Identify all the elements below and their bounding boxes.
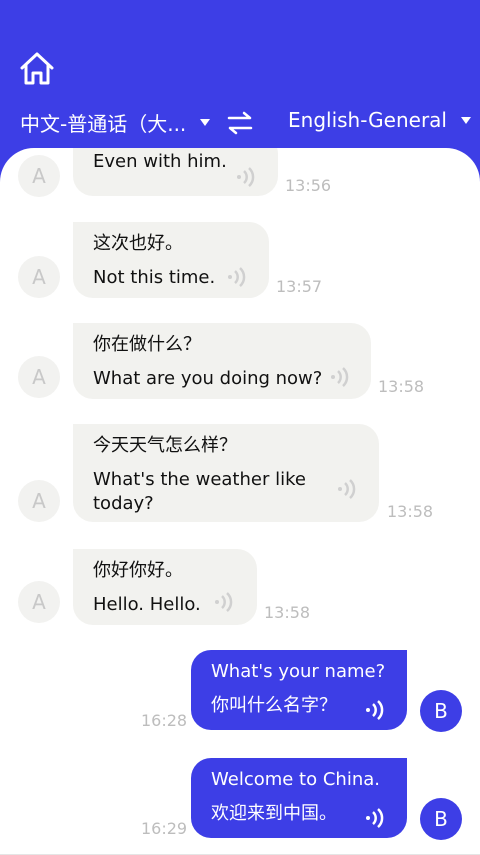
message-time: 13:57 <box>276 277 323 296</box>
message-time: 13:58 <box>378 377 425 396</box>
message-original: 你好你好。 <box>93 560 183 581</box>
message-translation: 你叫什么名字？ <box>211 695 337 716</box>
message-bubble[interactable]: 你好你好。 Hello. Hello. <box>73 549 257 625</box>
avatar: A <box>18 256 60 298</box>
speaker-icon[interactable] <box>226 266 248 288</box>
message-translation: 欢迎来到中国。 <box>211 803 337 824</box>
avatar: B <box>420 798 462 840</box>
message-translation: What's the weather like <box>93 469 306 490</box>
speaker-icon[interactable] <box>364 699 386 721</box>
speaker-icon[interactable] <box>213 591 235 613</box>
chevron-down-icon <box>460 116 471 124</box>
message-bubble[interactable]: 今天天气怎么样？ What's the weather like today? <box>73 424 379 522</box>
message-original: 今天天气怎么样？ <box>93 435 237 456</box>
avatar: B <box>420 690 462 732</box>
source-language-select[interactable]: 中文-普通话（大... <box>20 108 211 137</box>
speaker-icon[interactable] <box>336 478 358 500</box>
message-original: Welcome to China. <box>211 769 380 790</box>
message-time: 13:58 <box>387 502 434 521</box>
message-time: 13:58 <box>264 603 311 622</box>
avatar: A <box>18 581 60 623</box>
message-translation-cont: today? <box>93 493 154 514</box>
target-language-label: English-General <box>288 108 447 132</box>
avatar: A <box>18 356 60 398</box>
source-language-label: 中文-普通话（大... <box>20 112 187 136</box>
conversation-list[interactable]: A Even with him. 13:56 A 这次也好。 Not this … <box>0 148 480 855</box>
message-translation: What are you doing now? <box>93 368 323 389</box>
speaker-icon[interactable] <box>364 807 386 829</box>
speaker-icon[interactable] <box>329 366 351 388</box>
avatar: A <box>18 155 60 197</box>
home-icon[interactable] <box>18 50 56 88</box>
message-bubble[interactable]: 你在做什么？ What are you doing now? <box>73 323 371 399</box>
swap-icon[interactable] <box>226 110 254 136</box>
app-header: 中文-普通话（大... English-General <box>0 0 480 170</box>
target-language-select[interactable]: English-General <box>288 108 471 132</box>
message-time: 16:29 <box>141 819 188 838</box>
message-original: 这次也好。 <box>93 233 183 254</box>
language-bar: 中文-普通话（大... English-General <box>0 104 480 142</box>
message-original: What's your name? <box>211 661 386 682</box>
message-time: 13:56 <box>285 176 332 195</box>
avatar: A <box>18 480 60 522</box>
message-translation: Even with him. <box>93 151 227 172</box>
message-time: 16:28 <box>141 711 188 730</box>
speaker-icon[interactable] <box>235 166 257 188</box>
chevron-down-icon <box>200 119 211 126</box>
message-original: 你在做什么？ <box>93 334 201 355</box>
